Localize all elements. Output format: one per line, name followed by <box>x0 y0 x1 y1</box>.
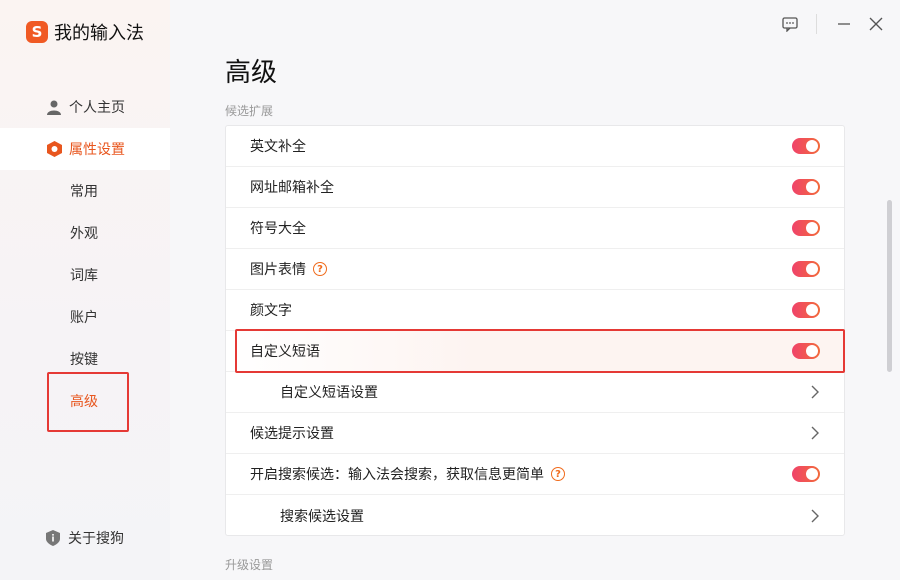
chevron-right-icon <box>811 509 819 522</box>
setting-row-kaomoji: 颜文字 <box>226 290 844 331</box>
page-title: 高级 <box>225 58 278 88</box>
setting-label: 搜索候选设置 <box>280 508 364 525</box>
sidebar-item-common[interactable]: 常用 <box>0 170 170 212</box>
sidebar-item-profile[interactable]: 个人主页 <box>0 86 170 128</box>
setting-label: 候选提示设置 <box>250 426 334 442</box>
setting-label: 图片表情 <box>250 262 306 278</box>
chevron-right-icon <box>811 426 819 440</box>
section-title-upgrade-settings: 升级设置 <box>225 558 274 572</box>
setting-label: 符号大全 <box>250 221 306 237</box>
chevron-right-icon <box>811 385 819 399</box>
close-icon <box>869 17 883 31</box>
setting-label-wrap: 图片表情 ? <box>250 259 327 279</box>
setting-row-symbols: 符号大全 <box>226 208 844 249</box>
sidebar-item-appearance[interactable]: 外观 <box>0 212 170 254</box>
setting-row-english-completion: 英文补全 <box>226 126 844 167</box>
sidebar-item-properties[interactable]: 属性设置 <box>0 128 170 170</box>
sidebar-item-lexicon[interactable]: 词库 <box>0 254 170 296</box>
sidebar-item-label: 外观 <box>70 226 98 242</box>
sidebar-item-label: 词库 <box>70 268 98 284</box>
sidebar-item-label: 常用 <box>70 184 98 200</box>
window-control-divider <box>816 14 817 34</box>
sidebar-item-account[interactable]: 账户 <box>0 296 170 338</box>
help-icon[interactable]: ? <box>551 467 565 481</box>
setting-label: 英文补全 <box>250 139 306 155</box>
setting-label-wrap: 开启搜索候选：输入法会搜索，获取信息更简单 ? <box>250 464 565 484</box>
toggle-switch[interactable] <box>792 261 820 277</box>
minimize-button[interactable] <box>834 12 854 36</box>
setting-label: 网址邮箱补全 <box>250 180 334 196</box>
highlight-box <box>235 329 845 373</box>
toggle-switch[interactable] <box>792 138 820 154</box>
setting-row-custom-phrase-settings[interactable]: 自定义短语设置 <box>226 372 844 413</box>
setting-label: 自定义短语设置 <box>280 385 378 401</box>
sidebar: S 我的输入法 个人主页 属性设置 常用 外观 词库 账户 按键 高级 关于搜狗 <box>0 0 170 580</box>
sidebar-item-label: 个人主页 <box>69 100 125 116</box>
sidebar-item-label: 关于搜狗 <box>68 531 124 547</box>
chat-icon <box>782 16 798 32</box>
toggle-switch[interactable] <box>792 466 820 482</box>
sidebar-item-about[interactable]: 关于搜狗 <box>46 528 124 548</box>
setting-label: 颜文字 <box>250 303 292 319</box>
setting-row-search-candidate: 开启搜索候选：输入法会搜索，获取信息更简单 ? <box>226 454 844 495</box>
section-title-candidate-expansion: 候选扩展 <box>225 104 274 118</box>
close-button[interactable] <box>866 12 886 36</box>
user-icon <box>46 99 62 115</box>
app-title: 我的输入法 <box>54 23 144 44</box>
setting-row-candidate-hint-settings[interactable]: 候选提示设置 <box>226 413 844 454</box>
sidebar-item-label: 属性设置 <box>69 142 125 158</box>
sidebar-item-label: 按键 <box>70 352 98 368</box>
feedback-button[interactable] <box>780 12 800 36</box>
app-brand: S 我的输入法 <box>26 18 144 46</box>
scrollbar-thumb[interactable] <box>887 200 892 372</box>
setting-label: 开启搜索候选：输入法会搜索，获取信息更简单 <box>250 467 544 483</box>
help-icon[interactable]: ? <box>313 262 327 276</box>
highlight-box <box>47 372 129 432</box>
sogou-logo-icon: S <box>26 21 48 43</box>
minimize-icon <box>838 23 850 25</box>
toggle-switch[interactable] <box>792 220 820 236</box>
toggle-switch[interactable] <box>792 179 820 195</box>
setting-row-image-emoji: 图片表情 ? <box>226 249 844 290</box>
info-shield-icon <box>46 530 62 546</box>
setting-row-search-candidate-settings[interactable]: 搜索候选设置 <box>226 495 844 536</box>
sidebar-item-label: 账户 <box>70 310 98 326</box>
toggle-switch[interactable] <box>792 302 820 318</box>
hexagon-icon <box>46 141 62 157</box>
setting-row-url-email-completion: 网址邮箱补全 <box>226 167 844 208</box>
